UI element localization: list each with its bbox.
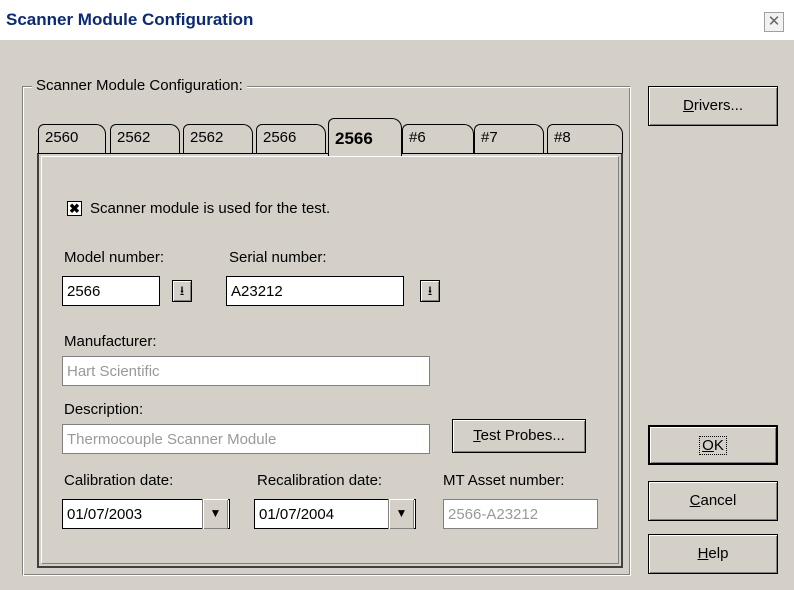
window-title: Scanner Module Configuration <box>6 10 254 29</box>
ok-label-rest: K <box>713 437 724 454</box>
cancel-button[interactable]: Cancel <box>648 481 778 521</box>
drivers-button[interactable]: Drivers... <box>648 86 778 126</box>
help-button[interactable]: Help <box>648 534 778 574</box>
model-number-field[interactable]: 2566 <box>62 276 160 306</box>
module-used-label: Scanner module is used for the test. <box>90 200 331 217</box>
help-mnemonic: H <box>697 545 709 562</box>
test-probes-mnemonic: T <box>473 427 481 444</box>
cancel-mnemonic: C <box>689 492 701 509</box>
ok-focus-label: OK <box>699 436 727 455</box>
description-label: Description: <box>64 401 144 418</box>
model-number-label: Model number: <box>64 249 165 266</box>
tab-2566-b-active[interactable]: 2566 <box>328 118 402 156</box>
calibration-date-value: 01/07/2003 <box>67 506 143 523</box>
close-button[interactable]: ✕ <box>764 12 784 32</box>
ok-mnemonic: O <box>702 437 714 454</box>
drivers-label-rest: rivers... <box>693 97 743 114</box>
tab-7[interactable]: #7 <box>474 124 544 154</box>
recalibration-date-label: Recalibration date: <box>257 472 383 489</box>
serial-number-label: Serial number: <box>229 249 327 266</box>
module-used-checkbox[interactable]: ✖ <box>67 201 82 216</box>
tab-2562-b[interactable]: 2562 <box>183 124 253 154</box>
manufacturer-label: Manufacturer: <box>64 333 157 350</box>
ok-button[interactable]: OK <box>648 425 778 465</box>
recalibration-date-dropdown-icon[interactable]: ▼ <box>388 499 414 529</box>
drivers-mnemonic: D <box>682 97 694 114</box>
tab-2566-a[interactable]: 2566 <box>256 124 326 154</box>
config-group-label: Scanner Module Configuration: <box>32 77 247 94</box>
model-number-dropdown-icon[interactable]: ⭳ <box>172 280 192 302</box>
tab-2560[interactable]: 2560 <box>38 124 106 154</box>
description-field: Thermocouple Scanner Module <box>62 424 430 454</box>
manufacturer-field: Hart Scientific <box>62 356 430 386</box>
calibration-date-dropdown-icon[interactable]: ▼ <box>202 499 228 529</box>
test-probes-label-rest: est Probes... <box>480 427 565 444</box>
serial-number-field[interactable]: A23212 <box>226 276 404 306</box>
recalibration-date-value: 01/07/2004 <box>259 506 335 523</box>
asset-number-field: 2566-A23212 <box>443 499 598 529</box>
tab-8[interactable]: #8 <box>547 124 623 154</box>
cancel-label-rest: ancel <box>700 492 737 509</box>
test-probes-button[interactable]: Test Probes... <box>452 419 586 453</box>
serial-number-dropdown-icon[interactable]: ⭳ <box>420 280 440 302</box>
tab-2562-a[interactable]: 2562 <box>110 124 180 154</box>
tab-6[interactable]: #6 <box>402 124 474 154</box>
calibration-date-label: Calibration date: <box>64 472 174 489</box>
asset-number-label: MT Asset number: <box>443 472 565 489</box>
help-label-rest: elp <box>708 545 729 562</box>
